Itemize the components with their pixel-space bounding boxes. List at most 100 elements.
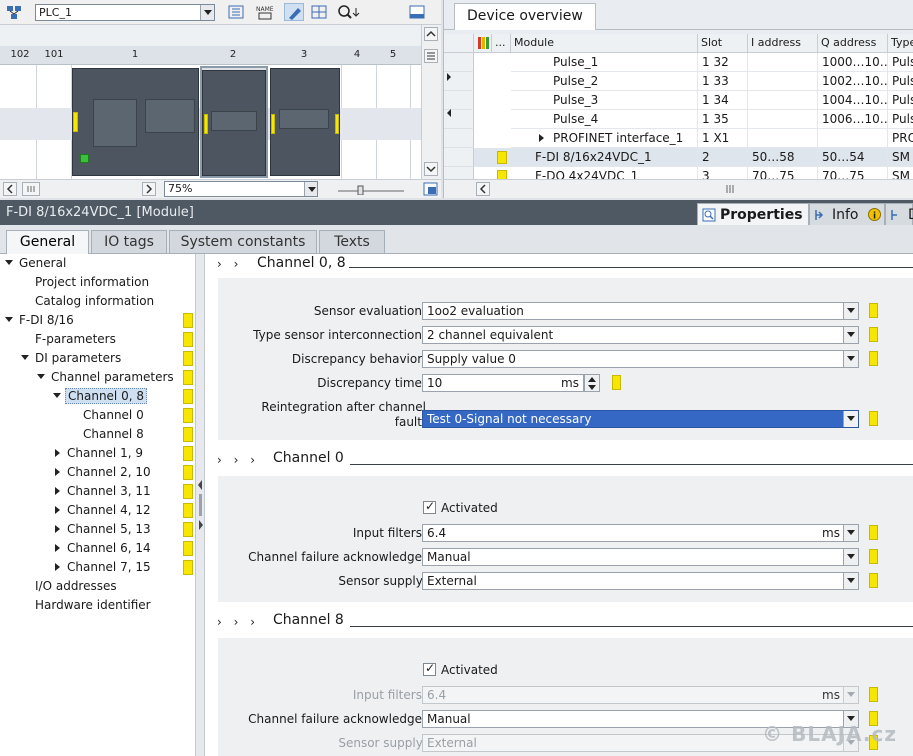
properties-icon [702, 208, 716, 222]
property-navigation-tree: General Project information Catalog info… [0, 254, 196, 756]
warning-marker-icon [869, 411, 878, 426]
tree-item-channel-6-14[interactable]: Channel 6, 14 [55, 539, 151, 558]
svg-text:i: i [873, 212, 876, 222]
scroll-down-icon[interactable] [424, 162, 438, 176]
chevron-down-icon [843, 525, 858, 541]
discrepancy-time-input[interactable]: 10 ms [422, 374, 584, 392]
input-filters-input[interactable]: 6.4 ms [422, 524, 859, 542]
properties-title: F-DI 8/16x24VDC_1 [Module] [6, 205, 194, 220]
tree-item-fdi[interactable]: F-DI 8/16 [5, 311, 74, 330]
module-slot-3[interactable] [270, 68, 340, 176]
tree-item-catalog-information[interactable]: Catalog information [35, 292, 154, 311]
overview-toggle-icon[interactable] [424, 49, 438, 63]
chevron-down-icon [843, 303, 858, 319]
column-header-module[interactable]: Module [511, 34, 698, 53]
status-column-header[interactable] [474, 34, 492, 53]
chevron-down-icon[interactable] [304, 182, 317, 196]
sensor-supply-select[interactable]: External [422, 572, 859, 590]
column-header-slot[interactable]: Slot [698, 34, 748, 53]
device-view-vertical-scrollbar[interactable] [421, 25, 441, 179]
tab-diagnostics[interactable]: D [885, 203, 913, 226]
scroll-thumb-grip-icon[interactable] [724, 184, 736, 194]
tree-item-channel-5-13[interactable]: Channel 5, 13 [55, 520, 151, 539]
tree-item-channel-7-15[interactable]: Channel 7, 15 [55, 558, 151, 577]
brush-tool-icon[interactable] [284, 3, 304, 21]
warning-marker-icon [183, 560, 193, 575]
overview-navigation-icon[interactable] [423, 182, 438, 196]
scroll-up-icon[interactable] [424, 27, 438, 41]
type-sensor-interconnection-select[interactable]: 2 channel equivalent [422, 326, 859, 344]
slot-label: 101 [44, 49, 64, 60]
scroll-left-icon[interactable] [476, 182, 490, 196]
tree-item-channel-3-11[interactable]: Channel 3, 11 [55, 482, 151, 501]
fit-page-icon[interactable] [226, 3, 246, 21]
section-header-channel-8[interactable]: › › › Channel 8 [205, 612, 913, 634]
tree-item-channel-1-9[interactable]: Channel 1, 9 [55, 444, 143, 463]
tree-item-io-addresses[interactable]: I/O addresses [35, 577, 117, 596]
column-header-i-address[interactable]: I address [748, 34, 818, 53]
activated-checkbox[interactable] [423, 499, 436, 514]
tree-item-di-parameters[interactable]: DI parameters [21, 349, 121, 368]
svg-text:NAME: NAME [256, 6, 274, 13]
table-row[interactable]: Pulse_3 1 34 1004…10… Puls [444, 91, 913, 110]
zoom-slider[interactable] [336, 185, 406, 195]
warning-marker-icon [869, 549, 878, 564]
table-row-selected[interactable]: F-DI 8/16x24VDC_1 2 50…58 50…54 SM [444, 148, 913, 167]
tree-item-channel-4-12[interactable]: Channel 4, 12 [55, 501, 151, 520]
tab-io-tags[interactable]: IO tags [91, 230, 167, 254]
tree-item-general[interactable]: General [5, 254, 66, 273]
tab-info[interactable]: Info i [809, 203, 885, 226]
tree-item-channel-parameters[interactable]: Channel parameters [37, 368, 174, 387]
tab-general[interactable]: General [6, 230, 89, 255]
cpu-module[interactable] [72, 68, 199, 176]
panel-icon[interactable] [407, 3, 427, 21]
activated-checkbox[interactable] [423, 661, 436, 676]
discrepancy-time-spinner[interactable] [584, 374, 600, 392]
sensor-evaluation-select[interactable]: 1oo2 evaluation [422, 302, 859, 320]
tab-device-overview[interactable]: Device overview [454, 3, 596, 30]
tab-system-constants[interactable]: System constants [169, 230, 317, 254]
plc-select[interactable]: PLC_1 [35, 4, 215, 21]
scroll-right-icon[interactable] [142, 182, 156, 196]
section-header-channel-0[interactable]: › › › Channel 0 [205, 450, 913, 472]
expand-arrow-icon[interactable] [446, 108, 452, 118]
column-header-type[interactable]: Type [888, 34, 913, 53]
warning-marker-icon [183, 370, 193, 385]
table-row[interactable]: Pulse_4 1 35 1006…10… Puls [444, 110, 913, 129]
chevron-down-icon[interactable] [200, 5, 214, 20]
pane-splitter[interactable] [196, 254, 205, 756]
network-view-icon[interactable] [4, 3, 24, 21]
table-row[interactable]: PROFINET interface_1 1 X1 PRO [444, 129, 913, 148]
zoom-icon[interactable] [336, 3, 360, 21]
column-header[interactable]: ... [492, 34, 511, 53]
tree-item-channel-2-10[interactable]: Channel 2, 10 [55, 463, 151, 482]
tree-item-hardware-identifier[interactable]: Hardware identifier [35, 596, 151, 615]
column-header-q-address[interactable]: Q address [818, 34, 888, 53]
tree-item-project-information[interactable]: Project information [35, 273, 149, 292]
table-row[interactable]: F-DQ 4x24VDC_1 3 70…75 70…75 SM [444, 167, 913, 179]
module-slot-2-selected[interactable] [200, 66, 268, 178]
tree-item-channel-0[interactable]: Channel 0 [83, 406, 144, 425]
channel-failure-acknowledge-select[interactable]: Manual [422, 548, 859, 566]
tab-properties[interactable]: Properties [697, 203, 809, 226]
tree-item-f-parameters[interactable]: F-parameters [35, 330, 116, 349]
discrepancy-behavior-select[interactable]: Supply value 0 [422, 350, 859, 368]
section-header-channel-0-8[interactable]: › › Channel 0, 8 [205, 254, 913, 276]
tree-item-channel-0-8[interactable]: Channel 0, 8 [53, 387, 147, 406]
table-row[interactable]: Pulse_2 1 33 1002…10… Puls [444, 72, 913, 91]
device-overview-scrollbar[interactable] [444, 179, 913, 198]
tree-item-channel-8[interactable]: Channel 8 [83, 425, 144, 444]
table-row[interactable]: Pulse_1 1 32 1000…10… Puls [444, 53, 913, 72]
zoom-select[interactable]: 75% [164, 181, 318, 197]
grid-icon[interactable] [309, 3, 329, 21]
scroll-left-icon[interactable] [3, 182, 17, 196]
chevron-down-icon [843, 573, 858, 589]
reintegration-select[interactable]: Test 0-Signal not necessary [422, 410, 859, 428]
slot-label: 3 [300, 49, 308, 60]
collapse-arrow-icon[interactable] [446, 72, 452, 82]
device-view-bottom-bar: 75% [0, 179, 441, 198]
show-names-icon[interactable]: NAME [255, 3, 275, 21]
device-overview-table: ... Module Slot I address Q address Type… [444, 34, 913, 179]
scroll-thumb[interactable] [22, 182, 40, 196]
tab-texts[interactable]: Texts [319, 230, 385, 254]
